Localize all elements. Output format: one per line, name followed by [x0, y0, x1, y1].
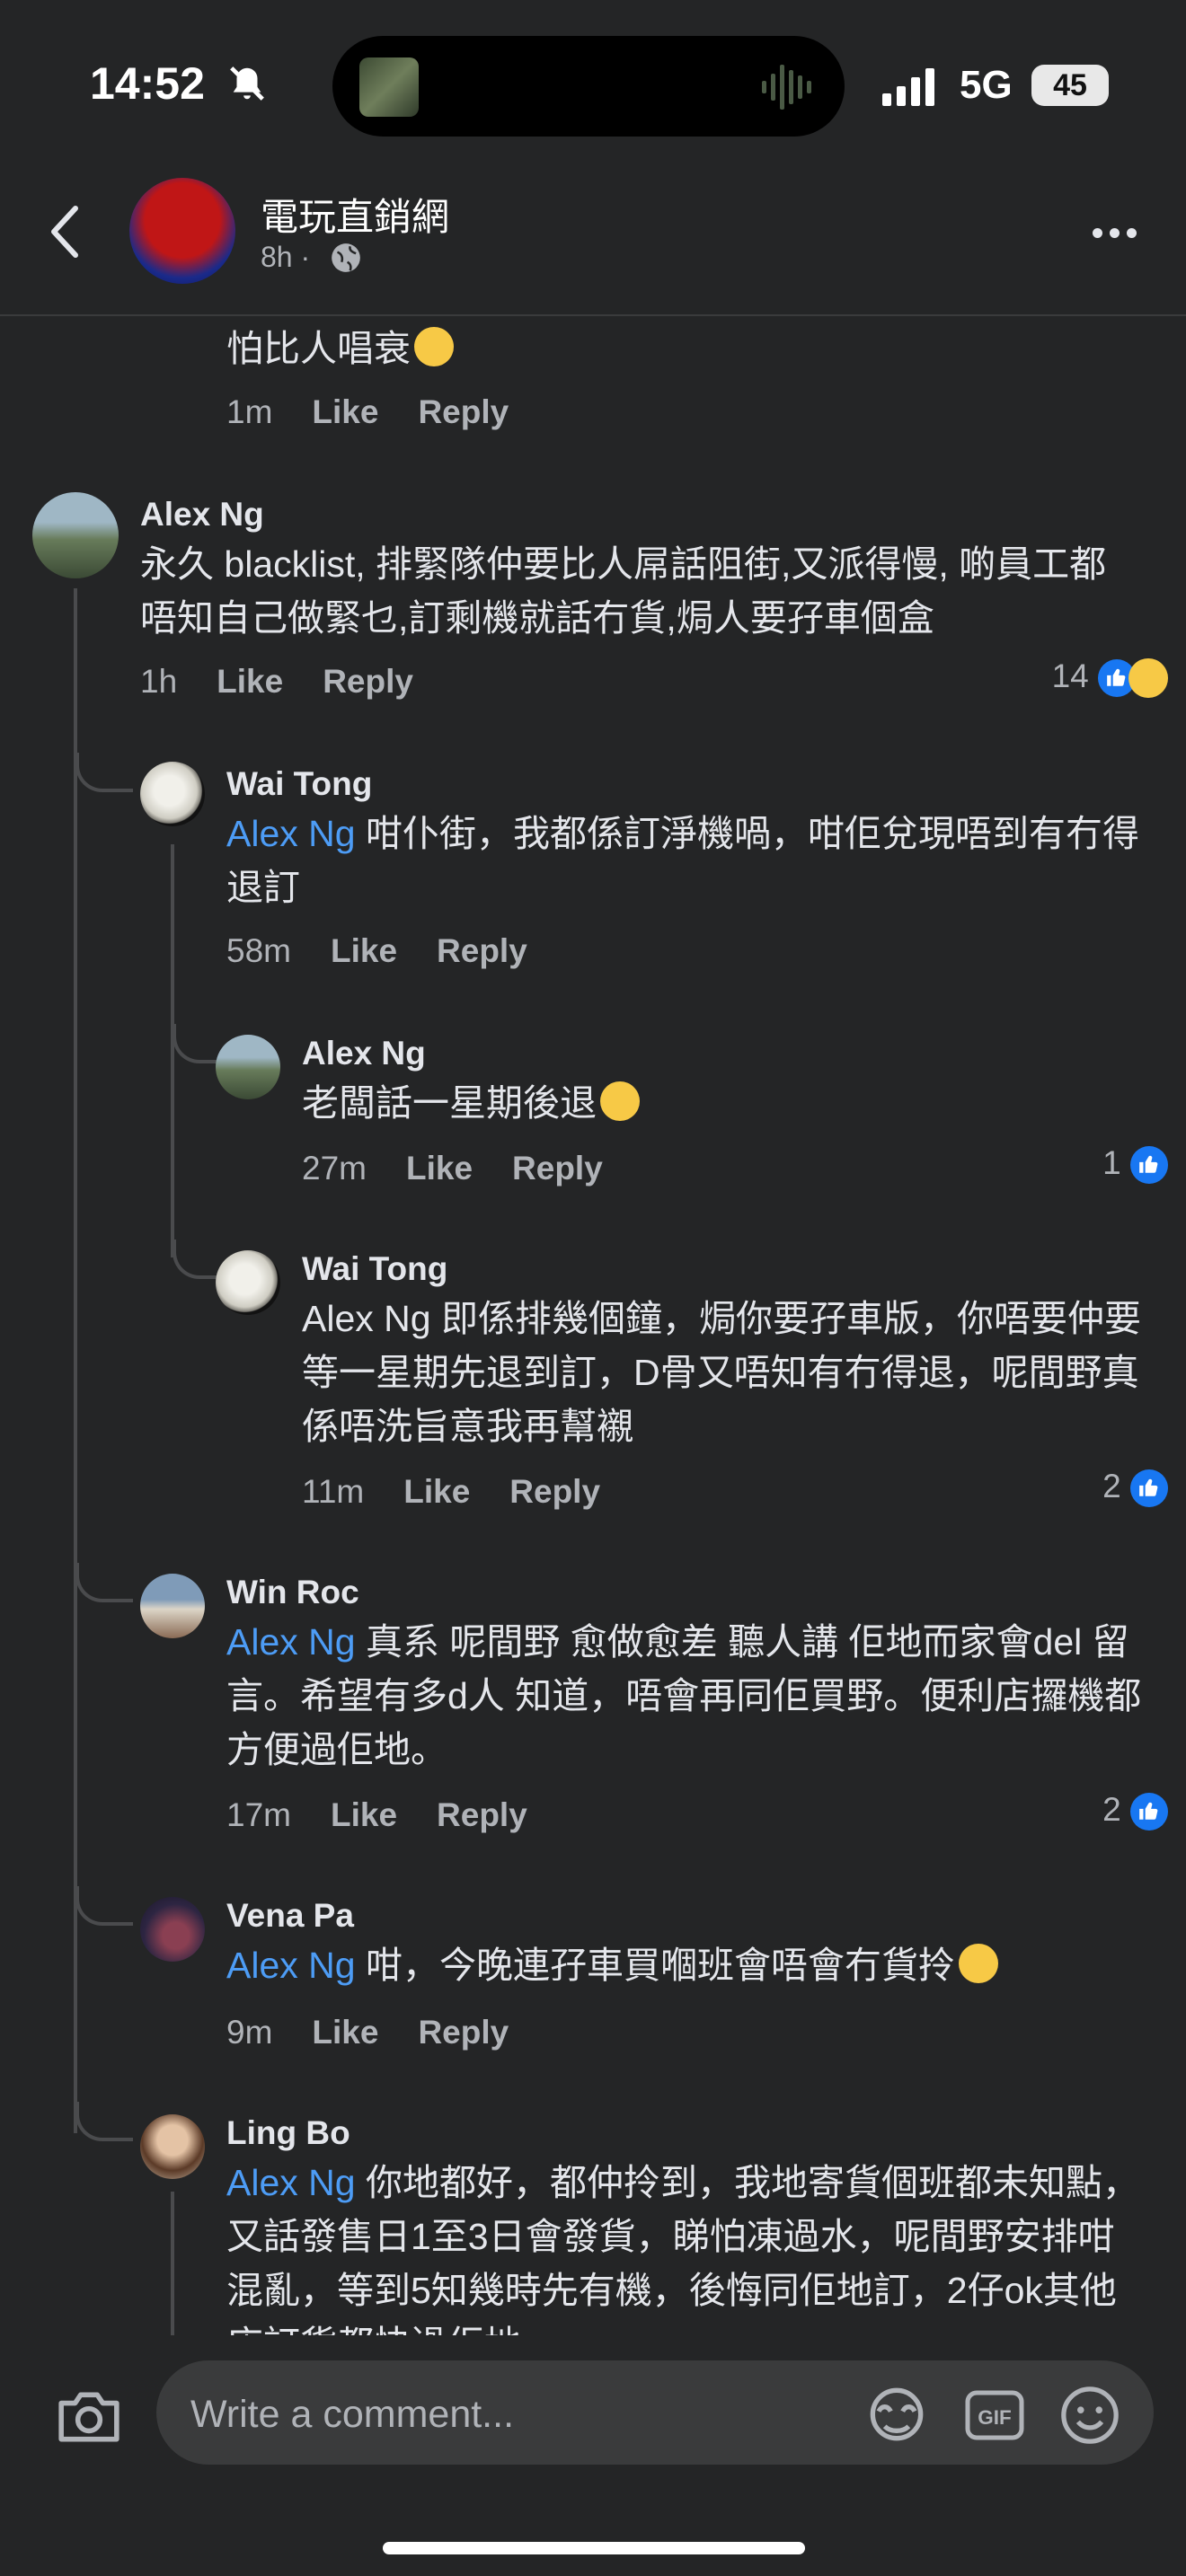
like-button[interactable]: Like: [312, 2014, 378, 2051]
reply-button[interactable]: Reply: [512, 1150, 603, 1187]
reaction-count: 14: [988, 657, 1168, 699]
reply-button[interactable]: Reply: [437, 932, 527, 969]
commenter-name[interactable]: Ling Bo: [226, 2114, 350, 2152]
now-playing-thumbnail: [359, 57, 419, 117]
wow-reaction-icon: [1128, 658, 1168, 699]
comment-text: 怕比人唱衰: [226, 322, 454, 375]
laughing-emoji: [958, 1944, 998, 1983]
battery-indicator: 45: [1031, 65, 1109, 106]
comment-text: 老闆話一星期後退: [302, 1076, 640, 1130]
thread-line: [171, 844, 174, 1257]
home-indicator: [383, 2542, 805, 2554]
mention-link[interactable]: Alex Ng: [226, 2162, 356, 2203]
reply-connector: [75, 1563, 133, 1602]
page-name[interactable]: 電玩直銷網: [261, 187, 449, 242]
like-button[interactable]: Like: [331, 932, 397, 969]
reply-button[interactable]: Reply: [509, 1473, 600, 1510]
avatar-sticker-icon[interactable]: [861, 2384, 933, 2449]
comment-text: Alex Ng 咁，今晚連孖車買嗰班會唔會冇貨拎: [226, 1938, 1143, 1992]
comment-actions: 11m Like Reply: [302, 1473, 601, 1510]
thread-line: [171, 2192, 174, 2344]
reply-button[interactable]: Reply: [418, 2014, 509, 2051]
like-button[interactable]: Like: [217, 663, 283, 700]
comment-actions: 1h Like Reply: [140, 663, 413, 700]
avatar[interactable]: [32, 492, 119, 578]
comment-actions: 1m Like Reply: [226, 393, 509, 430]
commenter-name[interactable]: Vena Pa: [226, 1897, 354, 1935]
globe-icon: [329, 241, 363, 279]
reply-connector: [75, 2102, 133, 2141]
reply-connector: [75, 753, 133, 792]
commenter-name[interactable]: Win Roc: [226, 1574, 359, 1611]
comment-input-placeholder: Write a comment...: [190, 2393, 515, 2436]
comment-text: Alex Ng 咁仆街，我都係訂淨機喎，咁佢兌現唔到有冇得退訂: [226, 813, 1139, 908]
reply-button[interactable]: Reply: [437, 1796, 527, 1833]
comment-text: Alex Ng 即係排幾個鐘，焗你要孖車版，你唔要仲要等一星期先退到訂，D骨又唔…: [302, 1298, 1141, 1447]
emoji-icon[interactable]: [1058, 2384, 1121, 2451]
like-button[interactable]: Like: [331, 1796, 397, 1833]
audio-wave-icon: [760, 57, 819, 121]
comment-actions: 58m Like Reply: [226, 932, 527, 969]
back-icon[interactable]: [47, 203, 83, 265]
comment-actions: 17m Like Reply: [226, 1796, 527, 1833]
mention-link[interactable]: Alex Ng: [226, 1945, 356, 1986]
reply-button[interactable]: Reply: [418, 393, 509, 430]
avatar[interactable]: [140, 1897, 205, 1962]
post-time: 8h ·: [261, 241, 311, 273]
page-avatar[interactable]: [129, 178, 235, 284]
comment-text: Alex Ng 真系 呢間野 愈做愈差 聽人講 佢地而家會del 留言。希望有多…: [226, 1621, 1142, 1770]
avatar[interactable]: [140, 762, 205, 826]
comment-text: Alex Ng 你地都好，都仲拎到，我地寄貨個班都未知點，又話發售日1至3日會發…: [226, 2162, 1139, 2335]
reply-connector: [173, 1239, 223, 1279]
camera-icon[interactable]: [56, 2389, 122, 2449]
avatar[interactable]: [140, 2114, 205, 2179]
gif-icon[interactable]: GIF: [963, 2387, 1026, 2448]
svg-text:GIF: GIF: [978, 2406, 1012, 2429]
commenter-name[interactable]: Alex Ng: [140, 496, 264, 534]
like-reaction-icon: [1130, 1469, 1168, 1508]
sad-face-emoji: [414, 327, 454, 366]
commenter-name[interactable]: Wai Tong: [302, 1250, 447, 1288]
status-time: 14:52: [90, 58, 205, 109]
reaction-count: 2: [988, 1468, 1168, 1508]
like-button[interactable]: Like: [406, 1150, 473, 1187]
commenter-name[interactable]: Wai Tong: [226, 765, 372, 803]
mention-link[interactable]: Alex Ng: [226, 813, 356, 854]
like-reaction-icon: [1130, 1146, 1168, 1185]
silent-bell-icon: [226, 63, 268, 109]
comment-actions: 27m Like Reply: [302, 1150, 603, 1187]
avatar[interactable]: [140, 1574, 205, 1638]
comment-actions: 9m Like Reply: [226, 2014, 509, 2051]
mention-link[interactable]: Alex Ng: [226, 1621, 356, 1663]
commenter-name[interactable]: Alex Ng: [302, 1035, 426, 1072]
reply-connector: [75, 1886, 133, 1926]
network-type: 5G: [960, 63, 1013, 107]
reaction-count: 1: [988, 1144, 1168, 1185]
like-button[interactable]: Like: [312, 393, 378, 430]
reaction-count: 2: [988, 1791, 1168, 1831]
comment-text: 永久 blacklist, 排緊隊仲要比人屌話阻街,又派得慢, 啲員工都唔知自己…: [140, 543, 1107, 639]
reply-button[interactable]: Reply: [323, 663, 413, 700]
more-options-icon[interactable]: [1093, 226, 1144, 243]
signal-icon: [882, 66, 942, 110]
shrug-emoji: [600, 1081, 640, 1121]
like-reaction-icon: [1130, 1793, 1168, 1831]
like-button[interactable]: Like: [403, 1473, 470, 1510]
avatar[interactable]: [216, 1250, 280, 1315]
reply-connector: [173, 1024, 223, 1063]
avatar[interactable]: [216, 1035, 280, 1099]
